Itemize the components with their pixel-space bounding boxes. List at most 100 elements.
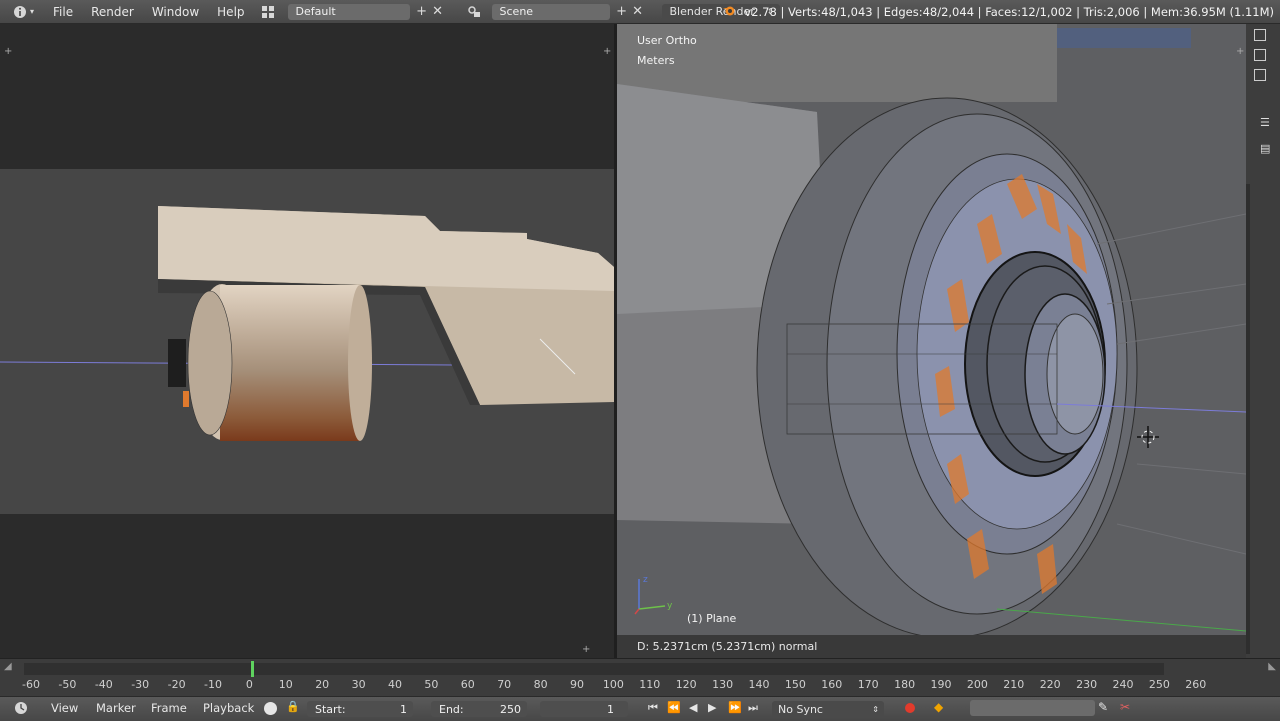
frame-tick-label: 110 [639,678,661,691]
frame-tick-label: 210 [1003,678,1025,691]
frame-tick-label: 230 [1076,678,1098,691]
menu-frame[interactable]: Frame [151,701,187,715]
start-frame-value: 1 [400,702,407,716]
menu-render[interactable]: Render [82,5,143,19]
active-object-label: (1) Plane [687,612,737,625]
timeline-header: View Marker Frame Playback 🔒 Start: 1 En… [0,696,1280,721]
frame-tick-label: 10 [278,678,293,691]
frame-tick-label: 130 [712,678,734,691]
start-frame-field[interactable]: Start: 1 [307,701,413,717]
screen-layout-icon[interactable] [260,4,276,20]
keyframe-insert-icon[interactable]: ✎ [1098,700,1108,714]
menu-playback[interactable]: Playback [203,701,254,715]
info-editor-icon[interactable] [12,4,28,20]
frame-tick-label: 0 [245,678,253,691]
record-icon[interactable] [905,703,915,713]
svg-text:y: y [667,601,673,611]
keying-set-icon[interactable] [970,700,1095,716]
frame-tick-label: 170 [857,678,879,691]
screen-layout-name: Default [295,5,336,18]
menu-marker[interactable]: Marker [96,701,136,715]
delete-scene-icon[interactable]: ✕ [630,4,646,20]
end-frame-field[interactable]: End: 250 [431,701,527,717]
play-icon[interactable]: ▶ [708,701,716,714]
frame-tick-label: 200 [966,678,988,691]
next-keyframe-icon[interactable]: ⏩ [728,701,742,714]
current-frame-field[interactable]: 1 [540,701,628,717]
frame-tick-label: -50 [58,678,77,691]
render-layer-icon[interactable] [1254,29,1266,41]
operator-status-bar: D: 5.2371cm (5.2371cm) normal [617,635,1246,658]
frame-tick-label: 80 [533,678,548,691]
chevron-down-icon[interactable]: ▾ [28,4,36,20]
frame-tick-label: 90 [570,678,584,691]
play-reverse-icon[interactable]: ◀ [689,701,697,714]
scene-name: Scene [499,5,534,18]
sync-label: No Sync [778,702,823,716]
scene-icon[interactable] [466,4,482,20]
end-frame-label: End: [439,702,464,716]
frame-tick-label: 150 [784,678,806,691]
scene-field[interactable]: Scene [491,3,610,20]
area-split-plus-icon[interactable]: + [603,46,611,57]
jump-start-icon[interactable]: ⏮ [648,701,658,715]
solid-render-view [0,206,614,441]
frame-tick-label: 140 [748,678,770,691]
end-frame-value: 250 [500,702,521,716]
frame-ruler: -60 -50 -40 -30 -20 -10 0 10 20 30 40 50 60 70 80 90 100… [0,659,1280,697]
frame-tick-label: 180 [894,678,916,691]
frame-tick-label: 190 [930,678,952,691]
frame-tick-label: 260 [1185,678,1207,691]
area-split-plus-icon[interactable]: + [1236,46,1244,57]
view-name-label: User Ortho [637,34,697,47]
frame-tick-label: 30 [351,678,366,691]
left-3d-viewport[interactable]: + + + [0,24,614,658]
frame-tick-label: -40 [94,678,113,691]
lock-icon[interactable]: 🔒 [286,700,300,713]
menu-view[interactable]: View [51,701,78,715]
keyframe-delete-icon[interactable]: ✂ [1120,700,1130,714]
start-frame-label: Start: [315,702,346,716]
shelf-scrollbar[interactable] [1246,184,1250,654]
operator-status-text: D: 5.2371cm (5.2371cm) normal [637,640,818,653]
delete-screen-icon[interactable]: ✕ [430,4,446,20]
menu-help[interactable]: Help [208,5,253,19]
prev-keyframe-icon[interactable]: ⏪ [667,701,681,714]
scene-statistics: v2.78 | Verts:48/1,043 | Edges:48/2,044 … [722,0,1274,23]
frame-tick-label: -10 [204,678,222,691]
frame-tick-label: 100 [602,678,624,691]
wireframe-mesh-view: z y [617,24,1246,635]
frame-tick-label: -30 [131,678,150,691]
menu-file[interactable]: File [44,5,82,19]
chevron-updown-icon: ⇕ [872,704,879,714]
frame-tick-label: 50 [424,678,439,691]
frame-tick-label: 40 [388,678,402,691]
area-split-plus-icon[interactable]: + [582,644,590,655]
render-layer-icon[interactable] [1254,49,1266,61]
outliner-icon[interactable]: ☰ [1260,116,1270,129]
preview-range-icon[interactable] [264,702,277,715]
render-layer-icon[interactable] [1254,69,1266,81]
keyframe-icon[interactable]: ◆ [934,700,943,714]
frame-tick-label: -60 [22,678,40,691]
frame-tick-label: 60 [460,678,475,691]
frame-tick-label: 20 [315,678,330,691]
frame-tick-label: 220 [1039,678,1061,691]
area-split-plus-icon[interactable]: + [4,46,12,57]
right-3d-viewport[interactable]: z y User Ortho Meters (1) Plane [617,24,1246,635]
timeline-editor-icon[interactable] [14,701,28,718]
menu-window[interactable]: Window [143,5,208,19]
jump-end-icon[interactable]: ⏭ [748,701,758,715]
screen-layout-field[interactable]: Default [287,3,410,20]
add-scene-icon[interactable]: + [614,4,630,20]
blender-logo-icon [722,4,736,19]
add-screen-icon[interactable]: + [414,4,430,20]
properties-icon[interactable]: ▤ [1260,142,1270,155]
frame-tick-label: 120 [675,678,697,691]
frame-tick-label: 240 [1112,678,1134,691]
sync-select[interactable]: No Sync ⇕ [772,701,884,717]
frame-tick-label: -20 [167,678,186,691]
timeline-editor[interactable]: ◢ ◣ -60 -50 -40 -30 -20 -10 0 10 20 30 40 50 60 70 80 9… [0,658,1280,697]
info-header: ▾ File Render Window Help Default + ✕ Sc… [0,0,1280,24]
current-frame-value: 1 [607,702,614,716]
